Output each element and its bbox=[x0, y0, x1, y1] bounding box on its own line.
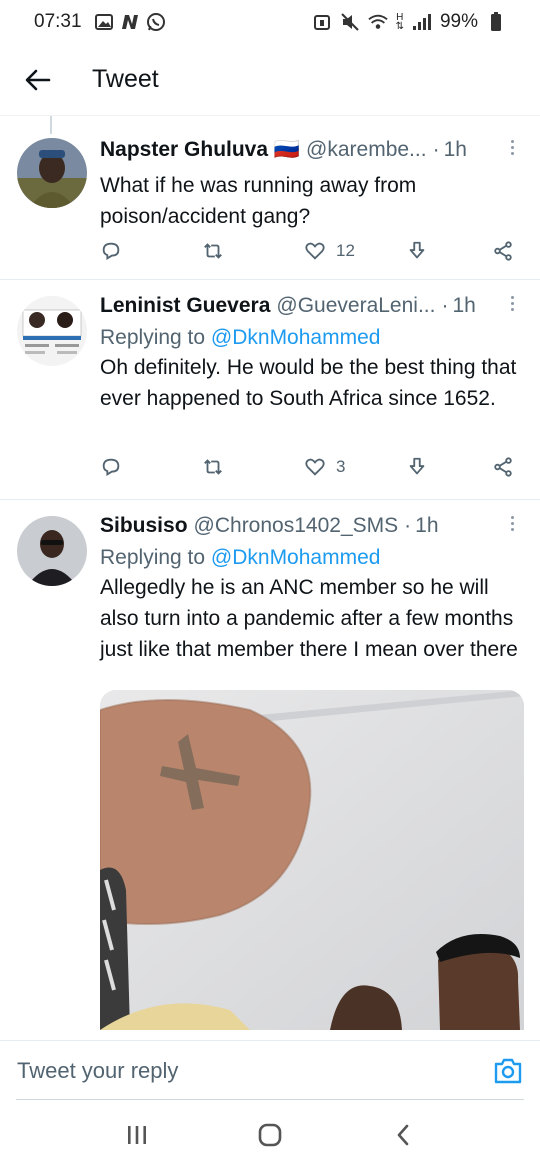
tweet-text: Oh definitely. He would be the best thin… bbox=[100, 356, 517, 410]
tweet-item[interactable]: Napster Ghuluva 🇷🇺 @karembe... · 1h What… bbox=[0, 116, 540, 280]
mute-icon bbox=[340, 12, 360, 32]
tweet-time: 1h bbox=[443, 138, 467, 161]
reply-feed: Napster Ghuluva 🇷🇺 @karembe... · 1h What… bbox=[0, 116, 540, 1040]
mention-link[interactable]: @DknMohammed bbox=[211, 546, 381, 569]
author-name[interactable]: Napster Ghuluva 🇷🇺 bbox=[100, 138, 300, 162]
retweet-button[interactable] bbox=[202, 240, 266, 262]
battery-percent: 99% bbox=[439, 11, 478, 32]
avatar[interactable] bbox=[17, 516, 87, 586]
tweet-media-image[interactable] bbox=[100, 690, 524, 1030]
reply-button[interactable] bbox=[100, 456, 164, 478]
tweet-actions: 12 bbox=[100, 240, 514, 262]
tweet-actions: 3 bbox=[100, 456, 514, 478]
author-handle[interactable]: @GueveraLeni... bbox=[276, 294, 435, 318]
retweet-icon bbox=[204, 459, 222, 475]
tweet-time: 1h bbox=[415, 514, 439, 537]
retweet-icon bbox=[204, 243, 222, 259]
camera-icon[interactable] bbox=[492, 1055, 524, 1087]
reply-button[interactable] bbox=[100, 240, 164, 262]
avatar[interactable] bbox=[17, 296, 87, 366]
tweet-time: 1h bbox=[452, 294, 476, 317]
alarm-icon bbox=[312, 12, 332, 32]
system-nav-bar bbox=[0, 1100, 540, 1170]
reply-composer[interactable]: Tweet your reply bbox=[0, 1040, 540, 1100]
back-icon[interactable] bbox=[383, 1115, 423, 1155]
retweet-button[interactable] bbox=[202, 456, 266, 478]
author-name[interactable]: Sibusiso bbox=[100, 514, 188, 538]
status-time: 07:31 bbox=[34, 11, 82, 32]
author-handle[interactable]: @karembe... bbox=[306, 138, 427, 162]
signal-icon bbox=[412, 12, 432, 32]
tweet-text: What if he was running away from poison/… bbox=[100, 174, 417, 228]
download-button[interactable] bbox=[406, 456, 446, 478]
author-handle[interactable]: @Chronos1402_SMS bbox=[194, 514, 399, 538]
back-button[interactable] bbox=[0, 44, 78, 116]
tweet-item[interactable]: Sibusiso @Chronos1402_SMS · 1h Replying … bbox=[0, 500, 540, 1040]
download-arrow-icon bbox=[409, 457, 425, 475]
download-button[interactable] bbox=[406, 240, 446, 262]
network-type: H ⇅ bbox=[395, 12, 404, 32]
reply-icon bbox=[102, 242, 120, 260]
avatar[interactable] bbox=[17, 138, 87, 208]
share-icon bbox=[494, 457, 512, 477]
replying-to: Replying to @DknMohammed bbox=[100, 546, 381, 569]
app-bar: Tweet bbox=[0, 44, 540, 116]
replying-to: Replying to @DknMohammed bbox=[100, 326, 381, 349]
recents-icon[interactable] bbox=[117, 1115, 157, 1155]
mention-link[interactable]: @DknMohammed bbox=[211, 326, 381, 349]
share-icon bbox=[494, 241, 512, 261]
status-bar: 07:31 H ⇅ 99% bbox=[0, 0, 540, 44]
like-button[interactable]: 3 bbox=[304, 456, 368, 478]
like-button[interactable]: 12 bbox=[304, 240, 368, 262]
reply-icon bbox=[102, 458, 120, 476]
download-arrow-icon bbox=[409, 241, 425, 259]
tweet-text: Allegedly he is an ANC member so he will… bbox=[100, 576, 518, 661]
share-button[interactable] bbox=[484, 240, 514, 262]
wifi-icon bbox=[367, 12, 388, 32]
battery-icon bbox=[486, 12, 506, 32]
tweet-item[interactable]: Leninist Guevera @GueveraLeni... · 1h Re… bbox=[0, 280, 540, 500]
like-count: 12 bbox=[336, 241, 355, 260]
thread-line bbox=[50, 116, 52, 134]
home-icon[interactable] bbox=[250, 1115, 290, 1155]
page-title: Tweet bbox=[92, 65, 159, 93]
heart-icon bbox=[305, 458, 325, 476]
author-name[interactable]: Leninist Guevera bbox=[100, 294, 270, 318]
arrow-left-icon bbox=[25, 69, 51, 90]
gallery-icon bbox=[94, 12, 114, 32]
share-button[interactable] bbox=[484, 456, 514, 478]
heart-icon bbox=[305, 242, 325, 260]
like-count: 3 bbox=[336, 457, 346, 476]
whatsapp-icon bbox=[146, 12, 166, 32]
reply-input[interactable]: Tweet your reply bbox=[17, 1058, 178, 1084]
more-options-icon[interactable] bbox=[502, 516, 522, 531]
n-app-icon bbox=[120, 12, 140, 32]
more-options-icon[interactable] bbox=[502, 296, 522, 311]
more-options-icon[interactable] bbox=[502, 140, 522, 155]
